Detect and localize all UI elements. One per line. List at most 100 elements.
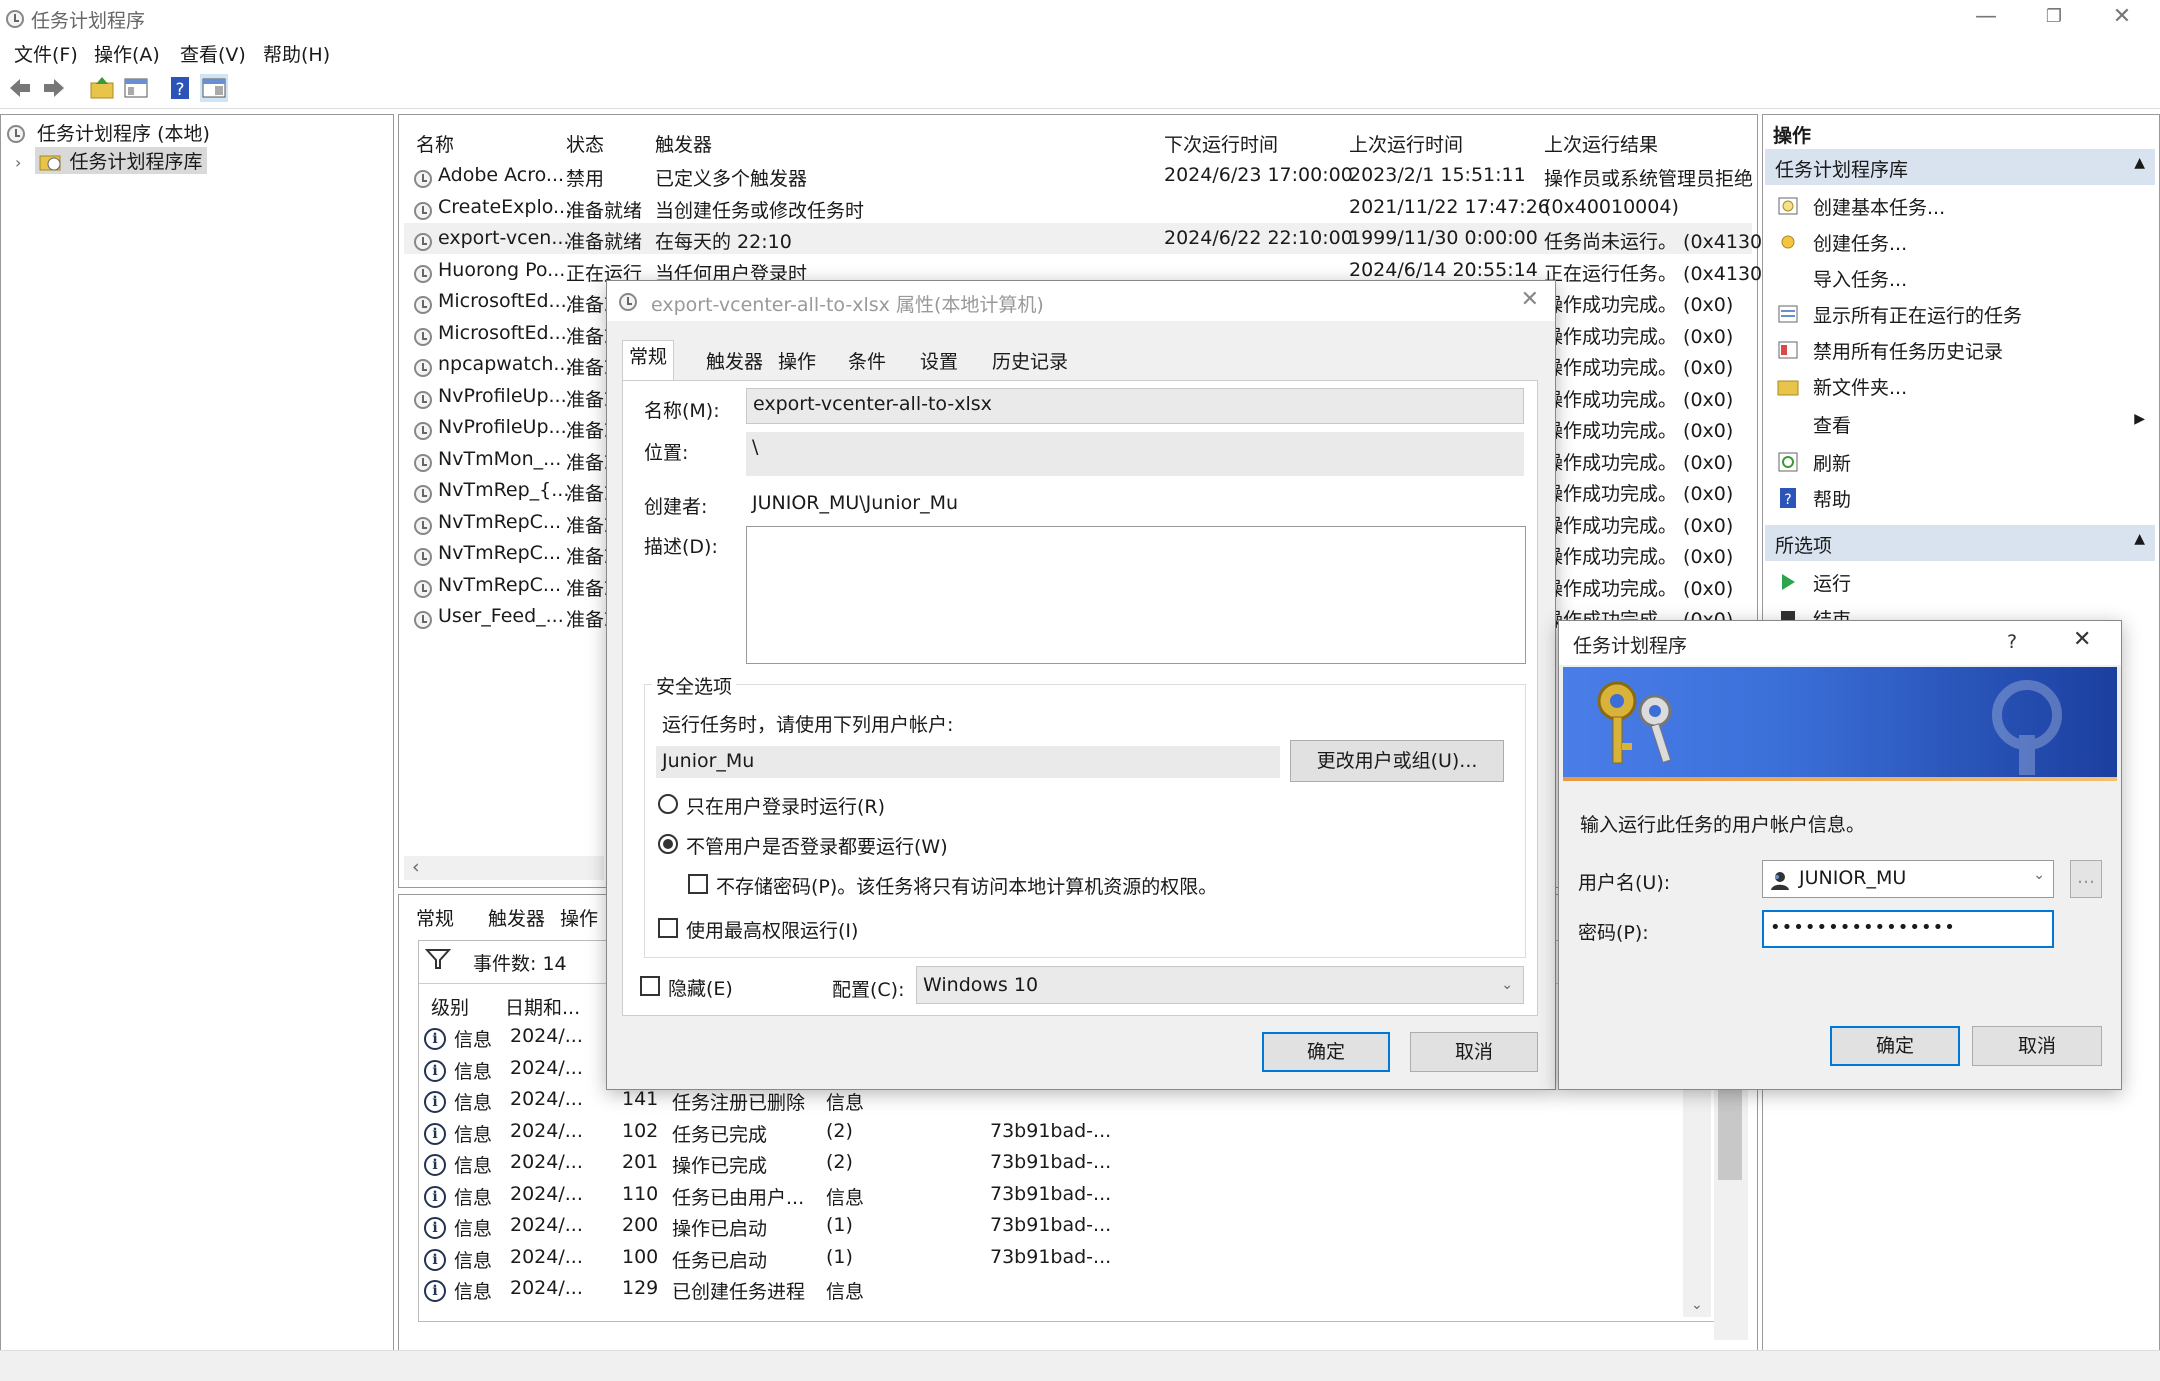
chevron-right-icon[interactable]: › [15,153,21,172]
event-opcode-cell: (1) [826,1214,853,1236]
task-row[interactable]: CreateExplo... 准备就绪 当创建任务或修改任务时 2021/11/22 … [404,192,1752,223]
col-status[interactable]: 状态 [566,130,604,157]
section-library[interactable]: 任务计划程序库 ▲ [1765,149,2155,185]
task-name-field[interactable]: export-vcenter-all-to-xlsx [746,388,1524,424]
description-field[interactable] [746,526,1526,664]
task-name-cell: User_Feed_... [438,605,564,627]
col-trigger[interactable]: 触发器 [655,130,712,157]
action-help[interactable]: ? 帮助 [1763,479,2153,515]
task-result-cell: 任务尚未运行。 (0x41303 [1544,231,1775,253]
checkbox-hidden[interactable] [640,976,660,996]
action-label: 创建基本任务... [1813,197,1946,219]
password-field[interactable]: •••••••••••••••• [1762,910,2054,948]
status-bar [0,1350,2160,1381]
menu-file[interactable]: 文件(F) [14,40,78,67]
col-name[interactable]: 名称 [416,130,454,157]
scroll-down-icon[interactable]: ⌄ [1691,1297,1703,1313]
minimize-button[interactable]: — [1952,0,2020,36]
folder-up-icon[interactable] [88,74,116,102]
props-ok-button[interactable]: 确定 [1262,1032,1390,1072]
tab-settings[interactable]: 设置 [914,346,964,378]
event-category-cell: 任务已完成 [672,1123,768,1146]
help-icon[interactable]: ? [166,74,194,102]
radio-run-always[interactable] [658,834,678,854]
back-icon[interactable] [6,74,34,102]
run-as-user-field: Junior_Mu [656,746,1280,778]
action-refresh[interactable]: 刷新 [1763,443,2153,479]
forward-icon[interactable] [40,74,68,102]
col-date[interactable]: 日期和... [505,993,580,1020]
event-date-cell: 2024/... [510,1025,583,1047]
event-row[interactable]: i 信息 2024/... 110 任务已由用户... 信息 73b91bad-... [424,1180,1682,1211]
col-level[interactable]: 级别 [431,993,469,1020]
radio-logged-on-label: 只在用户登录时运行(R) [686,796,886,818]
col-last-run[interactable]: 上次运行时间 [1349,130,1463,157]
action-import-task[interactable]: 导入任务... [1763,259,2153,295]
task-row[interactable]: Adobe Acro... 禁用 已定义多个触发器 2024/6/23 17:00:0… [404,160,1753,191]
collapse-icon[interactable]: ▲ [2134,155,2145,171]
action-run[interactable]: 运行 [1763,563,2153,599]
title-bar: 任务计划程序 — ❐ ✕ [0,0,2160,36]
tab-conditions[interactable]: 条件 [842,346,892,378]
event-row[interactable]: i 信息 2024/... 201 操作已完成 (2) 73b91bad-... [424,1148,1682,1179]
cred-ok-button[interactable]: 确定 [1830,1026,1960,1066]
event-id-cell: 201 [622,1151,659,1173]
create-basic-task-icon [1778,197,1798,215]
collapse-icon[interactable]: ▲ [2134,531,2145,547]
show-action-pane-icon[interactable] [200,74,228,102]
show-hide-tree-icon[interactable] [122,74,150,102]
tree-root-local[interactable]: 任务计划程序 (本地) [7,119,210,146]
menu-action[interactable]: 操作(A) [94,40,160,67]
col-last-result[interactable]: 上次运行结果 [1544,130,1658,157]
action-label: 显示所有正在运行的任务 [1813,305,2023,327]
action-disable-history[interactable]: 禁用所有任务历史记录 [1763,331,2153,367]
username-combobox[interactable]: JUNIOR_MU ⌄ [1762,860,2054,898]
action-new-folder[interactable]: 新文件夹... [1763,367,2153,403]
radio-logged-on-only[interactable] [658,794,678,814]
password-label: 密码(P): [1578,922,1649,944]
chevron-down-icon[interactable]: ⌄ [2033,867,2045,883]
browse-users-button[interactable]: ... [2070,860,2102,898]
event-opcode-cell: (2) [826,1151,853,1173]
cred-cancel-button[interactable]: 取消 [1972,1026,2102,1066]
section-selected[interactable]: 所选项 ▲ [1765,525,2155,561]
banner-accent-line [1563,777,2117,781]
menu-view[interactable]: 查看(V) [180,40,246,67]
cred-help-button[interactable]: ? [2007,631,2017,653]
action-create-basic-task[interactable]: 创建基本任务... [1763,187,2153,223]
tree-item-library[interactable]: › 任务计划程序库 [15,147,207,174]
event-category-cell: 操作已完成 [672,1155,768,1177]
restore-button[interactable]: ❐ [2020,0,2088,36]
task-list-hscrollbar[interactable]: ‹ [404,856,604,880]
task-last-run-cell: 1999/11/30 0:00:00 [1349,227,1538,249]
event-row[interactable]: i 信息 2024/... 102 任务已完成 (2) 73b91bad-... [424,1117,1682,1148]
change-user-button[interactable]: 更改用户或组(U)... [1290,740,1504,782]
tab-general[interactable]: 常规 [622,340,675,381]
scroll-left-icon[interactable]: ‹ [412,856,420,878]
props-close-button[interactable]: ✕ [1521,287,1539,312]
filter-icon[interactable] [425,947,451,971]
checkbox-highest-privileges[interactable] [658,918,678,938]
task-row[interactable]: export-vcen... 准备就绪 在每天的 22:10 2024/6/22 22… [404,223,1774,254]
action-view[interactable]: 查看 ▶ [1763,405,2153,441]
running-tasks-icon [1778,305,1798,323]
checkbox-no-store-password[interactable] [688,874,708,894]
close-button[interactable]: ✕ [2088,0,2156,36]
tab-triggers[interactable]: 触发器 [700,346,769,378]
tab-actions[interactable]: 操作 [772,346,822,378]
event-row[interactable]: i 信息 2024/... 100 任务已启动 (1) 73b91bad-... [424,1243,1682,1274]
action-show-running[interactable]: 显示所有正在运行的任务 [1763,295,2153,331]
action-create-task[interactable]: 创建任务... [1763,223,2153,259]
detail-tab-triggers[interactable]: 触发器 [488,904,545,931]
tab-history[interactable]: 历史记录 [986,346,1074,378]
detail-tab-general[interactable]: 常规 [416,904,454,931]
task-result-cell: 操作成功完成。 (0x0) [1544,420,1734,442]
col-next-run[interactable]: 下次运行时间 [1164,130,1278,157]
configure-for-select[interactable]: Windows 10 ⌄ [916,966,1524,1004]
props-cancel-button[interactable]: 取消 [1410,1032,1538,1072]
detail-tab-actions[interactable]: 操作 [560,904,598,931]
event-row[interactable]: i 信息 2024/... 200 操作已启动 (1) 73b91bad-... [424,1211,1682,1242]
menu-help[interactable]: 帮助(H) [263,40,330,67]
event-row[interactable]: i 信息 2024/... 129 已创建任务进程 信息 [424,1274,1682,1305]
cred-close-button[interactable]: ✕ [2073,627,2091,652]
